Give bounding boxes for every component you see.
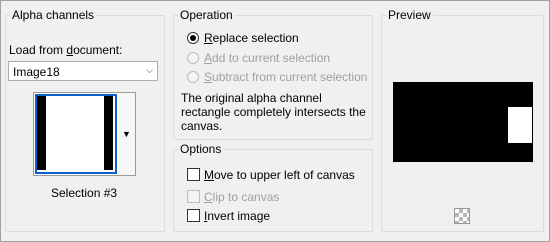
alpha-channels-title: Alpha channels xyxy=(12,8,95,22)
thumbnail-image xyxy=(37,96,113,170)
move-to-upper-left-label[interactable]: Move to upper left of canvas xyxy=(204,168,355,182)
operation-title: Operation xyxy=(180,8,233,22)
caret-down-icon: ▼ xyxy=(122,129,131,139)
checkerboard-icon[interactable] xyxy=(454,208,470,224)
invert-image-checkbox[interactable] xyxy=(187,209,200,222)
add-to-selection-label[interactable]: Add to current selection xyxy=(204,51,330,65)
thumbnail-bar-right xyxy=(104,96,113,170)
replace-selection-label[interactable]: Replace selection xyxy=(204,31,299,45)
selection-name-label: Selection #3 xyxy=(51,186,118,200)
document-select[interactable]: Image18 ⌵ xyxy=(8,61,158,81)
invert-image-label[interactable]: Invert image xyxy=(204,209,270,223)
add-to-selection-radio[interactable] xyxy=(187,52,199,64)
thumbnail-dropdown-button[interactable]: ▼ xyxy=(118,92,136,176)
subtract-from-selection-radio[interactable] xyxy=(187,71,199,83)
load-from-document-label: Load from document: xyxy=(9,43,123,57)
clip-to-canvas-checkbox[interactable] xyxy=(187,190,200,203)
move-to-upper-left-checkbox[interactable] xyxy=(187,168,200,181)
document-select-value: Image18 xyxy=(13,65,60,79)
clip-to-canvas-label[interactable]: Clip to canvas xyxy=(204,190,279,204)
subtract-from-selection-label[interactable]: Subtract from current selection xyxy=(204,70,367,84)
preview-selection-area xyxy=(508,107,532,143)
preview-title: Preview xyxy=(388,8,431,22)
replace-selection-radio[interactable] xyxy=(187,32,199,44)
options-group: Options xyxy=(173,142,373,232)
chevron-down-icon: ⌵ xyxy=(146,65,153,75)
intersection-message: The original alpha channel rectangle com… xyxy=(181,91,366,133)
options-title: Options xyxy=(180,142,222,156)
channel-thumbnail[interactable] xyxy=(33,92,119,176)
thumbnail-bar-left xyxy=(37,96,46,170)
